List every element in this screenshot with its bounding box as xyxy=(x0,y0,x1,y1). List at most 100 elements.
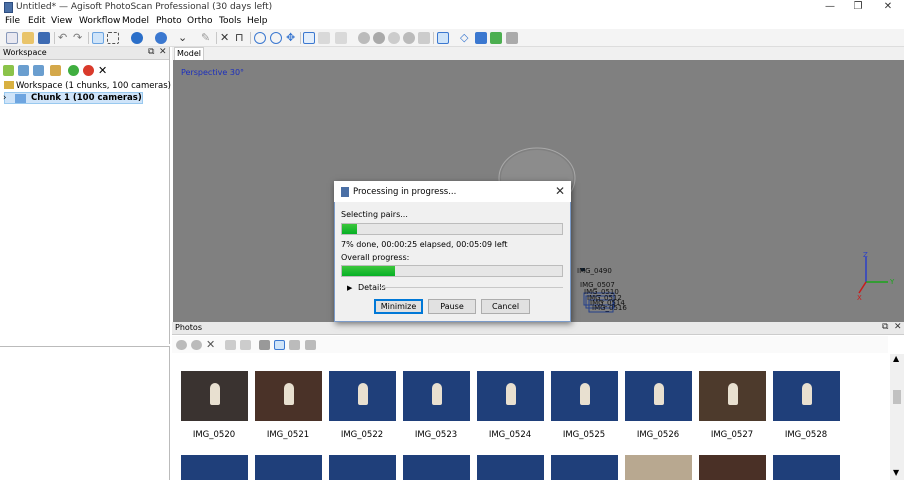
expand-chevron-icon[interactable]: › xyxy=(3,93,6,103)
table-view-icon[interactable] xyxy=(318,32,330,44)
move-view-icon[interactable]: ✥ xyxy=(286,32,298,44)
tab-model[interactable]: Model xyxy=(174,47,204,60)
small-thumbnails-icon[interactable] xyxy=(274,340,285,350)
photo-thumbnail[interactable] xyxy=(773,371,840,421)
menu-model[interactable]: Model xyxy=(122,16,149,26)
scroll-thumb[interactable] xyxy=(893,390,901,404)
workspace-tree-root[interactable]: Workspace (1 chunks, 100 cameras) xyxy=(4,81,171,91)
show-masks-icon[interactable] xyxy=(259,340,270,350)
overall-progress-fill xyxy=(342,266,395,276)
textured-model-icon[interactable] xyxy=(403,32,415,44)
delete-selection-icon[interactable]: ✕ xyxy=(220,32,232,44)
remove-icon[interactable]: ✕ xyxy=(98,65,109,76)
tiled-model-icon[interactable] xyxy=(418,32,430,44)
photo-thumbnail[interactable] xyxy=(699,371,766,421)
move-object-icon[interactable] xyxy=(155,32,167,44)
menu-ortho[interactable]: Ortho xyxy=(187,16,213,26)
photo-label: IMG_0526 xyxy=(636,430,680,440)
disable-icon[interactable] xyxy=(83,65,94,76)
window-title: Untitled* — Agisoft PhotoScan Profession… xyxy=(16,2,273,12)
open-folder-icon[interactable] xyxy=(22,32,34,44)
photo-label: IMG_0520 xyxy=(192,430,236,440)
menu-tools[interactable]: Tools xyxy=(219,16,241,26)
grid-view-icon[interactable] xyxy=(303,32,315,44)
show-shapes-icon[interactable]: ◇ xyxy=(460,32,472,44)
photo-thumbnail[interactable] xyxy=(773,455,840,480)
add-chunk-icon[interactable] xyxy=(3,65,14,76)
photo-thumbnail[interactable] xyxy=(403,371,470,421)
float-pane-icon[interactable]: ⧉ xyxy=(148,47,154,57)
rotate-left-icon[interactable] xyxy=(225,340,236,350)
photos-scrollbar[interactable]: ▲ ▼ xyxy=(890,354,904,480)
large-thumbnails-icon[interactable] xyxy=(289,340,300,350)
dialog-close-icon[interactable]: ✕ xyxy=(555,184,565,198)
show-markers-icon[interactable] xyxy=(475,32,487,44)
dense-cloud-icon[interactable] xyxy=(335,32,347,44)
rotate-object-icon[interactable] xyxy=(131,32,143,44)
photo-thumbnail[interactable] xyxy=(255,371,322,421)
axis-gizmo: Z Y X xyxy=(857,251,895,302)
photo-thumbnail[interactable] xyxy=(477,371,544,421)
pause-button[interactable]: Pause xyxy=(428,299,476,314)
close-pane-icon[interactable]: ✕ xyxy=(159,47,167,57)
save-icon[interactable] xyxy=(38,32,50,44)
crop-icon[interactable]: ⊓ xyxy=(235,32,247,44)
shaded-model-icon[interactable] xyxy=(358,32,370,44)
append-project-icon[interactable] xyxy=(50,65,61,76)
menu-view[interactable]: View xyxy=(51,16,72,26)
add-photos-icon[interactable] xyxy=(18,65,29,76)
photo-thumbnail[interactable] xyxy=(699,455,766,480)
draw-polyline-icon[interactable]: ⌄ xyxy=(178,32,190,44)
redo-icon[interactable]: ↷ xyxy=(73,32,85,44)
photo-thumbnail[interactable] xyxy=(403,455,470,480)
chunk-item[interactable]: › Chunk 1 (100 cameras) xyxy=(3,92,143,104)
close-pane-icon[interactable]: ✕ xyxy=(894,322,902,332)
enable-photo-icon[interactable] xyxy=(176,340,187,350)
menu-edit[interactable]: Edit xyxy=(28,16,45,26)
photo-thumbnail[interactable] xyxy=(625,455,692,480)
view-options-icon[interactable] xyxy=(305,340,316,350)
show-cameras-icon[interactable] xyxy=(437,32,449,44)
ruler-icon[interactable]: ✎ xyxy=(201,32,213,44)
photo-thumbnail[interactable] xyxy=(329,371,396,421)
photo-thumbnail[interactable] xyxy=(551,455,618,480)
photo-label: IMG_0528 xyxy=(784,430,828,440)
photo-label: IMG_0523 xyxy=(414,430,458,440)
photo-thumbnail[interactable] xyxy=(181,455,248,480)
close-window-button[interactable]: ✕ xyxy=(874,0,902,14)
float-pane-icon[interactable]: ⧉ xyxy=(882,322,888,332)
photo-thumbnail[interactable] xyxy=(329,455,396,480)
photo-thumbnail[interactable] xyxy=(551,371,618,421)
navigation-icon[interactable] xyxy=(92,32,104,44)
cancel-button[interactable]: Cancel xyxy=(481,299,530,314)
photo-thumbnail[interactable] xyxy=(477,455,544,480)
zoom-out-icon[interactable] xyxy=(270,32,282,44)
wireframe-model-icon[interactable] xyxy=(388,32,400,44)
photo-thumbnail[interactable] xyxy=(625,371,692,421)
menu-help[interactable]: Help xyxy=(247,16,268,26)
show-images-icon[interactable] xyxy=(490,32,502,44)
photo-thumbnail[interactable] xyxy=(255,455,322,480)
stage-label: Selecting pairs... xyxy=(341,210,408,219)
scroll-down-icon[interactable]: ▼ xyxy=(893,468,899,477)
new-document-icon[interactable] xyxy=(6,32,18,44)
menu-file[interactable]: File xyxy=(5,16,20,26)
minimize-window-button[interactable]: — xyxy=(816,0,844,14)
scroll-up-icon[interactable]: ▲ xyxy=(893,354,899,363)
restore-window-button[interactable]: ❐ xyxy=(844,0,872,14)
menu-photo[interactable]: Photo xyxy=(156,16,182,26)
minimize-button[interactable]: Minimize xyxy=(374,299,423,314)
remove-photo-icon[interactable]: ✕ xyxy=(206,339,217,350)
disable-photo-icon[interactable] xyxy=(191,340,202,350)
solid-model-icon[interactable] xyxy=(373,32,385,44)
rotate-right-icon[interactable] xyxy=(240,340,251,350)
zoom-in-icon[interactable] xyxy=(254,32,266,44)
rectangle-selection-icon[interactable] xyxy=(107,32,119,44)
menu-workflow[interactable]: Workflow xyxy=(79,16,120,26)
show-region-icon[interactable] xyxy=(506,32,518,44)
undo-icon[interactable]: ↶ xyxy=(58,32,70,44)
photo-label: IMG_0527 xyxy=(710,430,754,440)
enable-icon[interactable] xyxy=(68,65,79,76)
add-folder-icon[interactable] xyxy=(33,65,44,76)
photo-thumbnail[interactable] xyxy=(181,371,248,421)
